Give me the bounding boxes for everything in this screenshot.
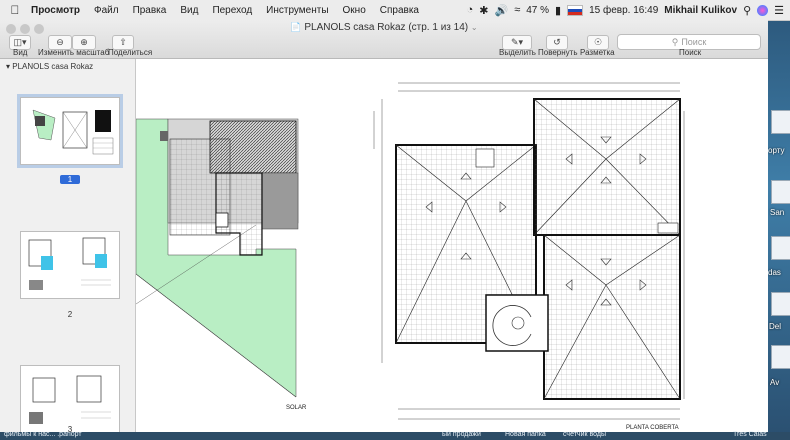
time-machine-icon[interactable]: ◔ [467, 4, 474, 16]
preview-window: 📄 PLANOLS casa Rokaz (стр. 1 из 14) ⌄ ◫▾… [0, 20, 768, 436]
search-label: Поиск [679, 48, 702, 57]
bluetooth-icon[interactable]: ✱ [479, 4, 488, 17]
desktop-label[interactable]: орту [768, 146, 784, 155]
clock[interactable]: 15 февр. 16:49 [589, 5, 658, 16]
siri-icon[interactable] [757, 4, 769, 16]
rotate-icon: ↺ [553, 37, 561, 47]
window-title-text[interactable]: PLANOLS casa Rokaz (стр. 1 из 14) [304, 22, 468, 33]
window-title: 📄 PLANOLS casa Rokaz (стр. 1 из 14) ⌄ [0, 22, 768, 33]
desktop-file-icon[interactable] [771, 345, 790, 369]
spotlight-icon[interactable]: ⚲ [743, 4, 751, 17]
battery-percent[interactable]: 47 % [526, 5, 549, 16]
menu-tools[interactable]: Инструменты [259, 5, 335, 16]
notification-center-icon[interactable]: ☰ [774, 4, 784, 17]
desktop-label[interactable]: das [768, 268, 781, 277]
menu-app-name[interactable]: Просмотр [24, 5, 87, 16]
document-icon: 📄 [290, 22, 302, 32]
pen-icon: ✎▾ [510, 37, 524, 47]
menu-view[interactable]: Вид [173, 5, 205, 16]
page-thumbnail-2[interactable] [20, 231, 120, 299]
toolbar: 📄 PLANOLS casa Rokaz (стр. 1 из 14) ⌄ ◫▾… [0, 20, 768, 59]
zoom-out-icon: ⊖ [56, 37, 64, 47]
plan-label-solar: SOLAR [286, 405, 307, 411]
menu-file[interactable]: Файл [87, 5, 126, 16]
battery-icon[interactable]: ▮ [555, 4, 561, 17]
desktop-item-label[interactable]: Новая папка [505, 431, 546, 438]
thumbnail-sidebar: ▾ PLANOLS casa Rokaz 1 2 3 [0, 59, 136, 436]
thumbnail-drawing [29, 375, 111, 424]
desktop-file-icon[interactable] [771, 110, 790, 134]
markup-icon: ☉ [593, 37, 603, 47]
wifi-icon[interactable]: ≈ [514, 4, 520, 16]
desktop-label[interactable]: Del [769, 322, 781, 331]
search-placeholder: Поиск [681, 37, 707, 47]
thumbnail-drawing [32, 109, 114, 155]
menu-help[interactable]: Справка [373, 5, 426, 16]
sidebar-document-name: PLANOLS casa Rokaz [12, 62, 94, 71]
markup-label: Разметка [580, 48, 615, 57]
desktop-file-icon[interactable] [771, 292, 790, 316]
page-number-1[interactable]: 1 [60, 175, 80, 184]
zoom-label: Изменить масштаб [38, 48, 110, 57]
highlight-label: Выделить [499, 48, 536, 57]
desktop-item-label[interactable]: Tres Calas [733, 431, 767, 438]
floor-plan-drawing [136, 82, 685, 420]
share-label: Поделиться [108, 48, 153, 57]
page-number-2[interactable]: 2 [60, 310, 80, 319]
page-thumbnail-3[interactable] [20, 365, 120, 433]
apple-menu-icon[interactable]:  [6, 3, 24, 17]
share-icon: ⇧ [119, 37, 127, 47]
search-icon: ⚲ [671, 36, 679, 47]
desktop-background [768, 20, 790, 440]
desktop-item-label[interactable]: счетчик воды [563, 431, 606, 438]
menu-bar:  Просмотр Файл Правка Вид Переход Инстр… [0, 0, 790, 21]
document-page[interactable]: SOLAR PLANTA COBERTA PLANTA COBERTA [136, 59, 768, 436]
sidebar-icon: ◫▾ [13, 37, 27, 47]
menu-edit[interactable]: Правка [126, 5, 174, 16]
disclosure-triangle-icon[interactable]: ▾ [6, 62, 10, 71]
desktop-label[interactable]: San [770, 208, 784, 217]
menu-go[interactable]: Переход [205, 5, 259, 16]
status-area: ◔ ✱ 🔊 ≈ 47 % ▮ 15 февр. 16:49 Mikhail Ku… [467, 0, 790, 20]
sidebar-header[interactable]: ▾ PLANOLS casa Rokaz [6, 62, 93, 71]
zoom-in-icon: ⊕ [80, 37, 88, 47]
view-label: Вид [13, 48, 28, 57]
desktop-label[interactable]: Av [770, 378, 779, 387]
user-name[interactable]: Mikhail Kulikov [664, 5, 737, 16]
rotate-label: Повернуть [538, 48, 578, 57]
menu-window[interactable]: Окно [336, 5, 373, 16]
chevron-down-icon[interactable]: ⌄ [471, 23, 478, 32]
desktop-bottom-strip [0, 432, 790, 440]
desktop-file-icon[interactable] [771, 236, 790, 260]
page-thumbnail-1[interactable] [17, 94, 123, 168]
thumbnail-drawing [28, 237, 111, 290]
desktop-file-icon[interactable] [771, 180, 790, 204]
desktop-item-label[interactable]: ый продажи [442, 431, 481, 438]
volume-icon[interactable]: 🔊 [495, 4, 509, 17]
input-source-flag-icon[interactable] [567, 4, 584, 16]
plan-label-coberta: PLANTA COBERTA [626, 425, 679, 431]
desktop-item-label[interactable]: фильмы к нас... .рапорт [4, 431, 82, 438]
